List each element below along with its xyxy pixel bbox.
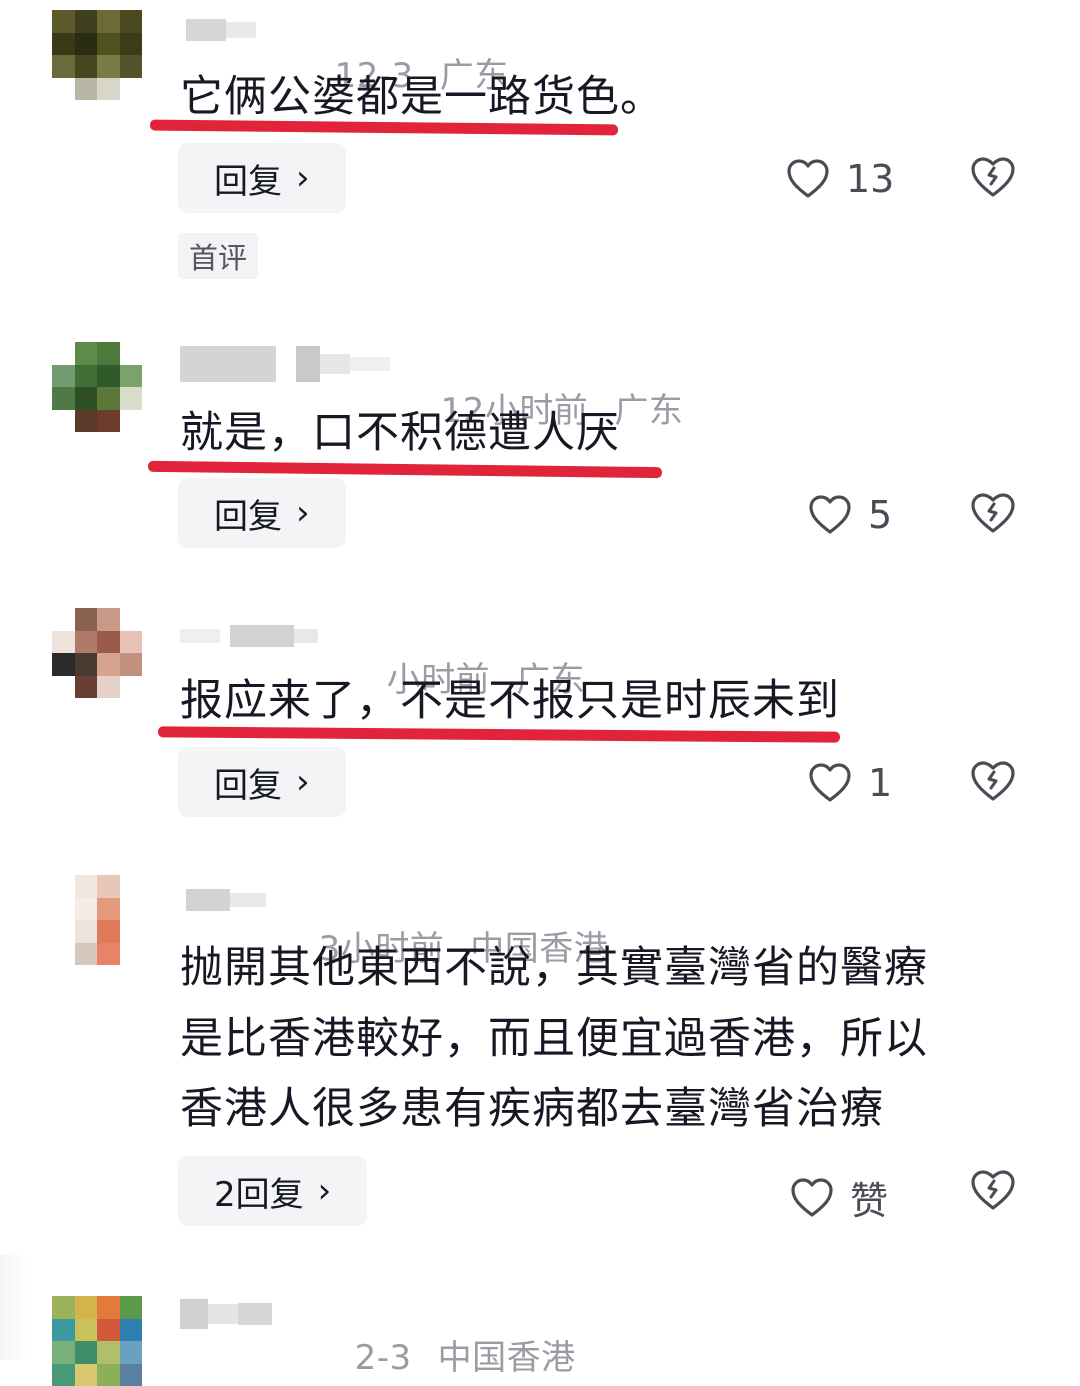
- avatar[interactable]: [52, 608, 142, 698]
- like-count: 5: [868, 493, 893, 537]
- chevron-right-icon: ›: [296, 762, 310, 802]
- comment-text-line: 香港人很多患有疾病都去臺灣省治療: [180, 1084, 884, 1134]
- comment-text-line: 是比香港較好，而且便宜過香港，所以: [180, 1014, 928, 1064]
- avatar[interactable]: [52, 1296, 142, 1386]
- avatar[interactable]: [52, 10, 142, 100]
- like-count: 13: [846, 157, 895, 201]
- heart-outline-icon: [791, 1177, 833, 1217]
- like-count: 1: [868, 761, 893, 805]
- reply-label: 回复: [214, 161, 282, 202]
- username-blurred: [180, 616, 318, 656]
- avatar[interactable]: [52, 342, 142, 432]
- chevron-right-icon: ›: [296, 493, 310, 533]
- comment-text-line: 抛開其他東西不說，其實臺灣省的醫療: [180, 943, 928, 993]
- reply-button[interactable]: 回复 ›: [178, 143, 346, 213]
- heart-outline-icon: [809, 495, 851, 534]
- reply-button[interactable]: 回复 ›: [178, 478, 346, 548]
- broken-heart-icon[interactable]: [970, 156, 1016, 198]
- reply-label: 回复: [214, 496, 282, 537]
- like-button[interactable]: 赞: [790, 1170, 888, 1225]
- chevron-right-icon: ›: [296, 158, 310, 198]
- heart-outline-icon: [787, 159, 829, 198]
- like-button[interactable]: 13: [786, 157, 894, 201]
- like-button[interactable]: 5: [808, 493, 892, 537]
- like-label: 赞: [850, 1179, 889, 1223]
- comment-time: 2-3: [354, 1338, 412, 1378]
- avatar[interactable]: [52, 875, 142, 965]
- reply-label: 2回复: [214, 1174, 304, 1215]
- like-button[interactable]: 1: [808, 761, 892, 805]
- username-blurred: [186, 10, 256, 50]
- broken-heart-icon[interactable]: [970, 760, 1016, 802]
- username-blurred: [180, 1294, 272, 1334]
- chevron-right-icon: ›: [317, 1171, 332, 1211]
- comment-meta: 2-3 中国香港: [332, 1290, 576, 1379]
- comment-text: 报应来了，不是不报只是时辰未到: [180, 676, 840, 726]
- comment-region: 广东: [614, 391, 684, 431]
- comment-text: 就是，口不积德遭人厌: [180, 408, 620, 458]
- broken-heart-icon[interactable]: [970, 1169, 1016, 1211]
- username-blurred: [180, 344, 390, 384]
- left-edge-shadow: [0, 1255, 28, 1360]
- username-blurred: [186, 880, 266, 920]
- first-comment-badge: 首评: [178, 233, 258, 279]
- heart-outline-icon: [809, 763, 851, 802]
- view-replies-button[interactable]: 2回复 ›: [178, 1156, 368, 1226]
- reply-button[interactable]: 回复 ›: [178, 747, 346, 817]
- comment-region: 中国香港: [437, 1338, 576, 1378]
- broken-heart-icon[interactable]: [970, 492, 1016, 534]
- reply-label: 回复: [214, 765, 282, 806]
